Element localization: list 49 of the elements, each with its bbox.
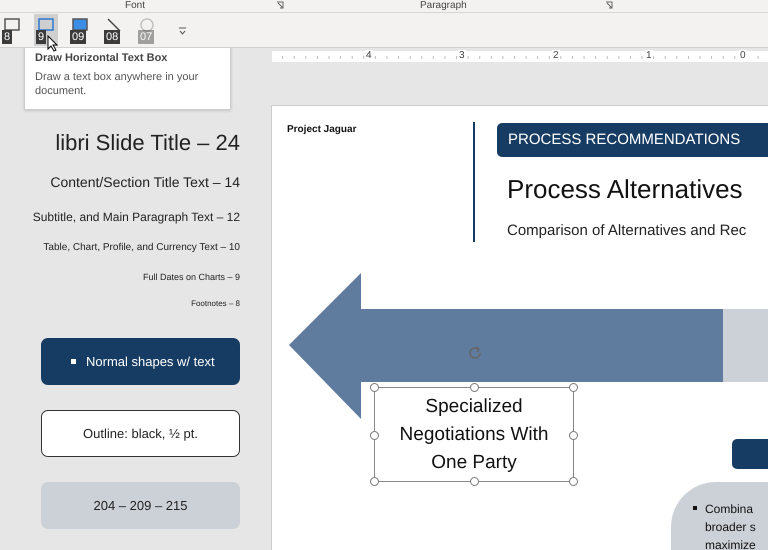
resize-handle[interactable] bbox=[370, 477, 379, 486]
ribbon-group-label: Font bbox=[125, 0, 146, 11]
tooltip-description: Draw a text box anywhere in your document. bbox=[35, 70, 200, 98]
style-sample-text: Table, Chart, Profile, and Currency Text – 10 bbox=[43, 242, 240, 255]
resize-handle[interactable] bbox=[569, 477, 578, 486]
resize-handle[interactable] bbox=[470, 477, 479, 486]
text-box-label: Specialized Negotiations With One Party bbox=[398, 394, 550, 474]
key-tip-badge: 9 bbox=[36, 30, 46, 44]
style-sample-text: Footnotes – 8 bbox=[191, 299, 240, 308]
toolbar-button[interactable]: 08 bbox=[102, 14, 126, 46]
key-tip-badge: 07 bbox=[138, 30, 154, 44]
style-sample-text: Content/Section Title Text – 14 bbox=[50, 174, 240, 192]
shape-label: Normal shapes w/ text bbox=[86, 354, 215, 369]
bullet-box[interactable]: Combina broader s maximize bbox=[671, 482, 768, 550]
ribbon-group-label: Paragraph bbox=[420, 0, 467, 11]
tooltip-title: Draw Horizontal Text Box bbox=[35, 52, 168, 64]
toolbar-button[interactable]: 09 bbox=[68, 14, 92, 46]
ruler-number: 0 bbox=[739, 50, 747, 62]
line-icon bbox=[105, 17, 123, 33]
resize-handle[interactable] bbox=[370, 431, 379, 440]
bullet-icon bbox=[693, 506, 697, 510]
resize-handle[interactable] bbox=[569, 383, 578, 392]
style-sample-text: Subtitle, and Main Paragraph Text – 12 bbox=[32, 210, 240, 226]
slide-subtitle: Comparison of Alternatives and Rec bbox=[507, 222, 746, 239]
text-box-icon bbox=[3, 17, 21, 33]
project-name: Project Jaguar bbox=[287, 124, 356, 135]
section-banner: PROCESS RECOMMENDATIONS bbox=[497, 123, 768, 157]
resize-handle[interactable] bbox=[569, 431, 578, 440]
rotate-handle-icon[interactable] bbox=[466, 344, 484, 362]
text-box-icon bbox=[37, 17, 55, 33]
text-box-icon bbox=[71, 17, 89, 33]
toolbar-button[interactable]: 8 bbox=[0, 14, 24, 46]
left-arrow-shape[interactable] bbox=[289, 273, 724, 419]
toolbar-button[interactable]: 9 bbox=[34, 14, 58, 46]
resize-handle[interactable] bbox=[370, 383, 379, 392]
shape-label: Outline: black, ½ pt. bbox=[83, 426, 198, 441]
customize-caret-icon[interactable] bbox=[178, 26, 187, 34]
bullet-icon bbox=[71, 359, 76, 364]
shape-label: 204 – 209 – 215 bbox=[94, 498, 188, 513]
slide-title: Process Alternatives bbox=[507, 174, 743, 205]
key-tip-badge: 09 bbox=[70, 30, 86, 44]
dialog-launcher-icon[interactable] bbox=[605, 1, 614, 9]
style-sample-text: libri Slide Title – 24 bbox=[55, 130, 240, 157]
key-tip-badge: 8 bbox=[2, 30, 12, 44]
style-sample-text: Full Dates on Charts – 9 bbox=[142, 272, 240, 284]
dialog-launcher-icon[interactable] bbox=[276, 1, 285, 9]
key-tip-badge: 08 bbox=[104, 30, 120, 44]
resize-handle[interactable] bbox=[470, 383, 479, 392]
bullet-text: Combina broader s maximize bbox=[705, 501, 756, 550]
